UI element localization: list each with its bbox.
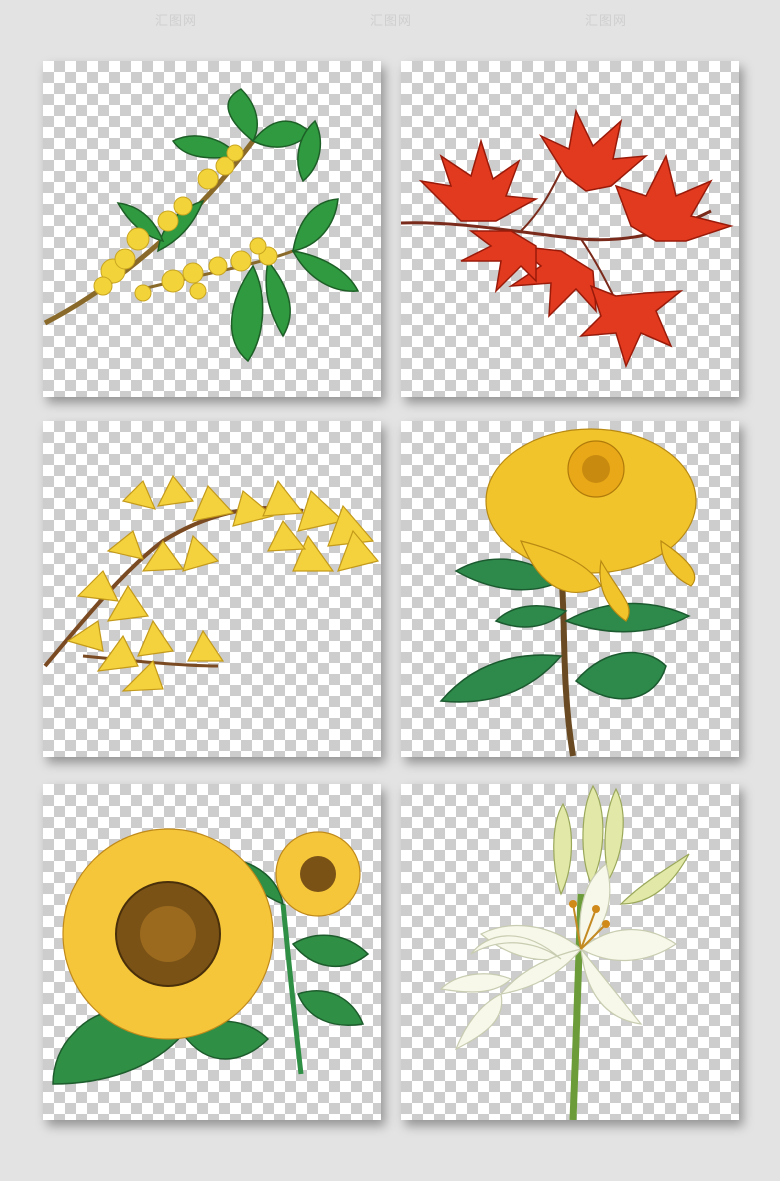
tile-sunflowers[interactable] [43, 784, 381, 1120]
watermark-2: 汇图网 [370, 14, 413, 29]
sunflowers-illustration [52, 828, 370, 1085]
chrysanthemum-illustration [439, 428, 697, 757]
ginkgo-branch-illustration [43, 474, 380, 692]
red-maple-branch-illustration [401, 108, 734, 369]
white-lily-illustration [439, 784, 690, 1120]
osmanthus-branch-illustration [43, 88, 360, 363]
tile-chrysanthemum[interactable] [401, 421, 739, 757]
watermark-1: 汇图网 [155, 14, 198, 29]
tile-white-lily[interactable] [401, 784, 739, 1120]
tile-osmanthus[interactable] [43, 61, 381, 397]
watermark-3: 汇图网 [585, 14, 628, 29]
tile-ginkgo[interactable] [43, 421, 381, 757]
tile-red-maple[interactable] [401, 61, 739, 397]
